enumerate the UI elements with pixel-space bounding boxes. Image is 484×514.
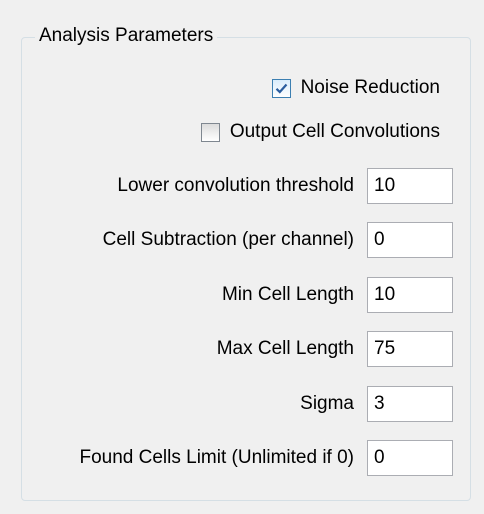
checkbox-unchecked-icon[interactable] [200,122,220,142]
sigma-label: Sigma [300,393,354,414]
noise-reduction-label: Noise Reduction [300,77,440,98]
found-cells-limit-label: Found Cells Limit (Unlimited if 0) [79,447,354,468]
min-cell-length-label: Min Cell Length [221,284,354,305]
output-cell-convolutions-label: Output Cell Convolutions [229,121,440,142]
min-cell-length-input[interactable] [367,277,453,313]
analysis-parameters-panel: Analysis Parameters Noise Reduction Outp… [0,0,484,514]
analysis-parameters-groupbox [21,37,471,501]
sigma-input[interactable] [367,386,453,422]
max-cell-length-input[interactable] [367,331,453,367]
lower-convolution-threshold-input[interactable] [367,168,453,204]
cell-subtraction-label: Cell Subtraction (per channel) [102,229,354,250]
checkbox-checked-icon[interactable] [271,78,291,98]
noise-reduction-checkbox[interactable]: Noise Reduction [271,76,440,100]
found-cells-limit-input[interactable] [367,440,453,476]
lower-convolution-threshold-label: Lower convolution threshold [117,175,354,196]
cell-subtraction-input[interactable] [367,222,453,258]
groupbox-title: Analysis Parameters [35,24,218,48]
max-cell-length-label: Max Cell Length [216,338,354,359]
output-cell-convolutions-checkbox[interactable]: Output Cell Convolutions [200,120,440,144]
